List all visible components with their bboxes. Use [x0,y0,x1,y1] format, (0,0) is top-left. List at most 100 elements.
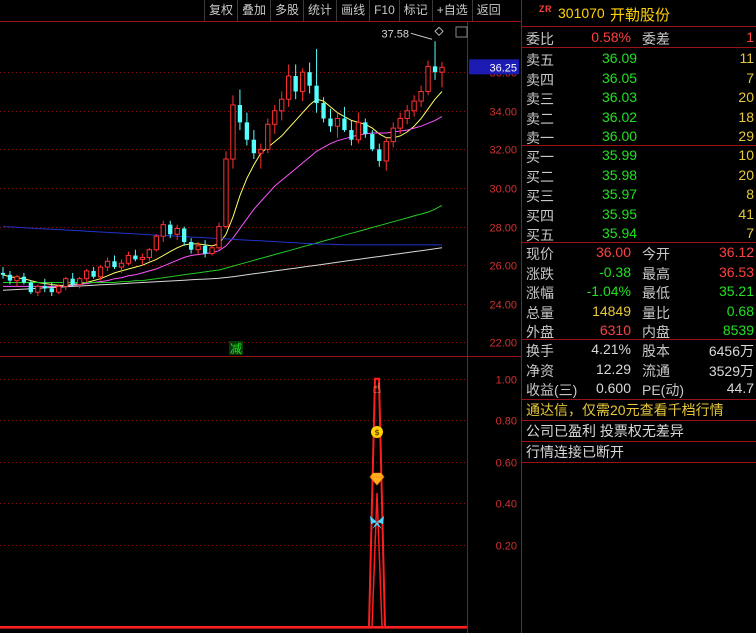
quote-row-value: 6310 [599,322,631,339]
candle-body [334,117,341,127]
buy-row[interactable]: 买三 35.97 8 [522,185,756,204]
buy-price: 35.99 [602,147,638,163]
window-toggle-icon[interactable] [455,26,468,38]
sell-row[interactable]: 卖二 36.02 18 [522,108,756,127]
weibi-row[interactable]: 委比 0.58% 委差 1 [522,28,756,47]
candle-body [49,288,54,293]
diamond-marker-icon [434,26,444,37]
candle-body [230,104,236,160]
sell-row[interactable]: 卖三 36.03 20 [522,88,756,107]
weibi-row-value2: 1 [746,29,754,45]
divider [522,47,756,48]
candle-body [182,228,187,242]
buy-row[interactable]: 买五 35.94 7 [522,224,756,243]
stock-header[interactable]: ZR 301070 开勒股份 [522,0,756,27]
sell-row[interactable]: 卖五 36.09 11 [522,49,756,68]
stock-name: 开勒股份 [610,7,671,24]
candle-body [195,245,201,251]
buy-row[interactable]: 买四 35.95 41 [522,205,756,224]
current-price-label: 36.25 [489,62,517,74]
fundamental-row-label: 换手 [526,343,554,359]
candle-body [258,148,264,154]
candle-body [328,118,333,127]
indicator-tick-label: 1.00 [496,375,517,387]
ma-line [3,204,443,283]
candle-body [70,278,75,285]
y-tick-label: 32.00 [489,145,517,157]
candle-body [153,235,159,251]
candle-body [223,158,229,228]
quote-row-value: -1.04% [586,283,631,300]
candle-body [146,249,152,258]
sell-price: 36.09 [602,50,638,66]
quote-row-label2: 今开 [642,246,670,262]
quote-row[interactable]: 涨跌 -0.38 最高 36.53 [522,263,756,282]
fundamental-row-label2: 流通 [642,362,670,379]
stock-code: 301070 [558,5,605,21]
quote-row-label: 涨跌 [526,265,554,282]
y-tick-label: 24.00 [489,300,517,312]
sell-label: 卖三 [526,91,554,108]
indicator-tick-label: 0.40 [496,499,517,511]
buy-label: 买三 [526,188,554,205]
high-price-pointer [410,32,433,40]
quote-row[interactable]: 现价 36.00 今开 36.12 [522,243,756,262]
buy-price: 35.94 [602,225,638,242]
buy-price: 35.98 [602,166,638,183]
buy-row[interactable]: 买二 35.98 20 [522,166,756,185]
buy-label: 买四 [526,207,554,224]
buy-volume: 41 [738,205,754,222]
fundamental-row[interactable]: 净资 12.29 流通 3529万 [522,360,756,379]
quote-row-label2: 量比 [642,304,670,321]
sell-row[interactable]: 卖一 36.00 29 [522,127,756,146]
quote-row-label: 现价 [526,246,554,262]
candle-body [383,141,389,162]
fundamental-row[interactable]: 换手 4.21% 股本 6456万 [522,340,756,359]
buy-volume: 7 [746,225,754,242]
candle-body [35,285,41,293]
ma-line [3,116,443,287]
candle-body [202,245,208,254]
candle-body [42,286,47,289]
sell-volume: 7 [746,69,754,86]
candle-body [418,90,424,102]
candle-body [21,276,27,283]
indicator-tick-label: 0.60 [496,458,517,470]
candle-body [97,266,104,278]
buy-volume: 10 [738,147,754,163]
quote-row[interactable]: 外盘 6310 内盘 8539 [522,321,756,340]
quote-row-value2: 8539 [722,322,754,339]
candle-body [299,71,306,92]
notice-line[interactable]: 公司已盈利 投票权无差异 [522,421,756,441]
candle-body [321,103,326,119]
quote-row-value2: 0.68 [726,302,754,319]
buy-row[interactable]: 买一 35.99 10 [522,146,756,165]
indicator-tick-label: 0.80 [496,416,517,428]
money-bag-symbol: $ [374,428,380,437]
fundamental-row-value2: 44.7 [726,380,754,397]
quote-row[interactable]: 总量 14849 量比 0.68 [522,302,756,321]
notice-line[interactable]: 通达信，仅需20元查看千档行情 [522,400,756,420]
candle-body [104,260,111,268]
candle-body [377,149,382,161]
candle-body [244,122,250,140]
sell-row[interactable]: 卖四 36.05 7 [522,69,756,88]
hand-pointer-icon: ☝ [373,381,382,397]
fundamental-row[interactable]: 收益(三) 0.600 PE(动) 44.7 [522,379,756,398]
reduce-marker: 减 [230,342,242,356]
notice-line[interactable]: 行情连接已断开 [522,442,756,462]
quote-row[interactable]: 涨幅 -1.04% 最低 35.21 [522,282,756,301]
candle-body [370,133,375,150]
candle-body [209,247,215,255]
y-tick-label: 30.00 [489,184,517,196]
y-tick-label: 22.00 [489,338,517,350]
sell-price: 36.02 [602,108,638,125]
candle-body [188,242,194,250]
chart-area[interactable]: 36.0034.0032.0030.0028.0026.0024.0022.00… [0,0,521,633]
y-tick-label: 34.00 [489,107,517,119]
fundamental-row-label2: PE(动) [642,382,684,399]
candle-body [251,139,257,154]
sell-price: 36.03 [602,89,638,106]
y-tick-label: 26.00 [489,261,517,273]
sell-price: 36.05 [602,69,638,86]
